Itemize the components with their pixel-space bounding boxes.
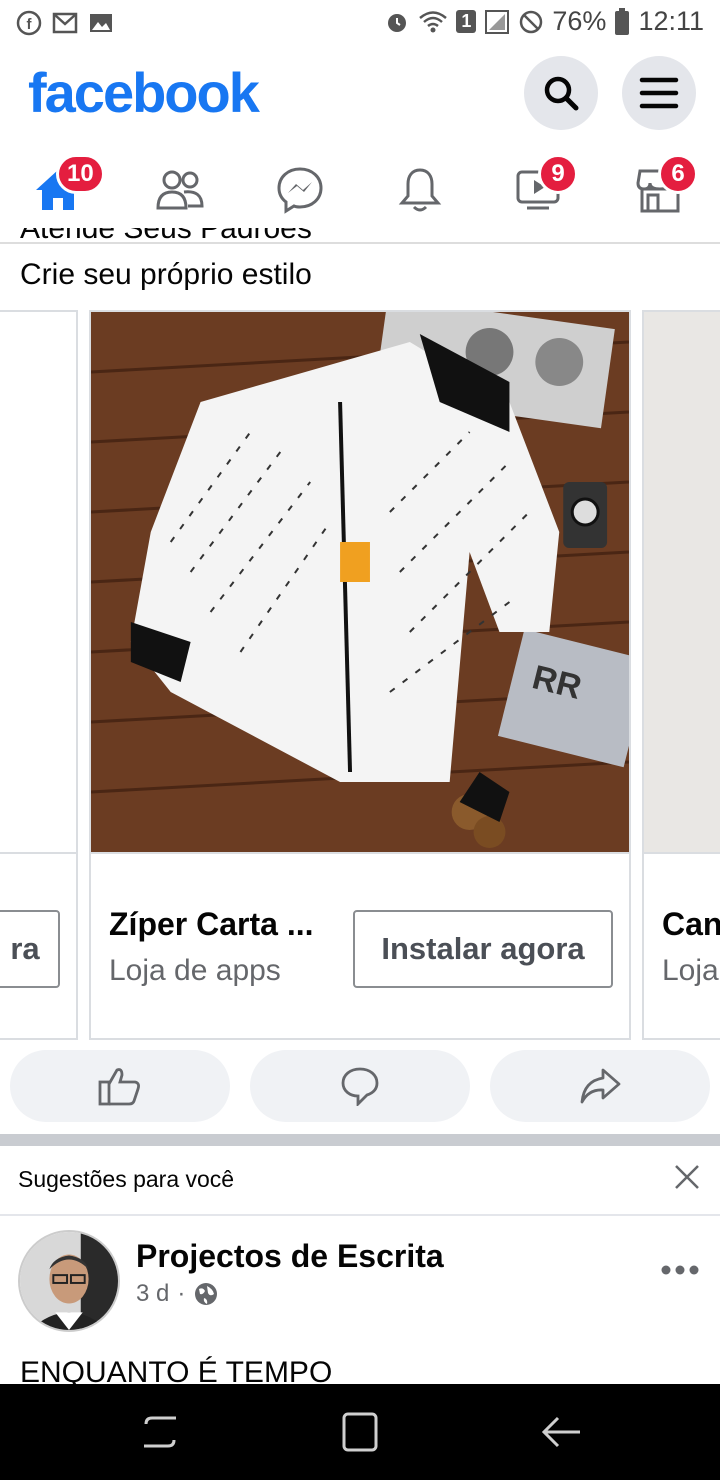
post-header: Projectos de Escrita 3 d · [0,1216,720,1356]
alarm-icon [388,13,407,32]
share-button[interactable] [490,1050,710,1122]
search-icon [544,76,579,111]
ad-primary-text: Crie seu próprio estilo [20,258,312,291]
install-now-button[interactable]: Instalar agora [353,910,613,988]
home-nav-icon[interactable] [336,1410,384,1454]
post-meta: 3 d · [136,1280,219,1308]
friends-icon [156,170,204,210]
marketplace-badge: 6 [658,154,698,194]
avatar[interactable] [18,1230,120,1332]
android-navigation-bar [0,1384,720,1480]
carousel-card[interactable]: RR Zíper Carta ... Loja de apps Instalar… [89,310,631,1040]
post-author[interactable]: Projectos de Escrita [136,1238,444,1275]
post-time[interactable]: 3 d [136,1280,169,1308]
battery-icon [615,7,630,35]
product-image-previous [0,312,76,852]
battery-percent: 76% [552,6,607,36]
status-bar: f 1 76% 12:11 [0,0,720,50]
recent-apps-icon[interactable] [136,1410,184,1454]
suggestions-header: Sugestões para você [0,1146,720,1216]
clock: 12:11 [638,6,704,36]
tab-notifications[interactable] [390,160,450,220]
cta-button-previous[interactable]: ra [0,910,60,988]
ad-title-partial: Atende Seus Padrões [20,228,312,245]
meta-separator: · [177,1280,186,1307]
card-subtitle: Loja de apps [109,954,281,987]
gallery-notification-icon [90,14,112,32]
close-icon[interactable] [672,1162,702,1192]
tab-marketplace[interactable]: 6 [630,154,698,220]
menu-button[interactable] [622,56,696,130]
card-title-next: Can [662,906,720,942]
like-button[interactable] [10,1050,230,1122]
more-options-icon[interactable] [660,1260,700,1280]
facebook-logo[interactable]: facebook [28,60,260,125]
app-header: facebook [0,50,720,140]
product-image: RR [91,312,629,852]
svg-text:f: f [27,16,33,33]
tab-friends[interactable] [150,160,210,220]
card-footer: Zíper Carta ... Loja de apps Instalar ag… [91,852,629,1038]
bell-icon [398,168,442,212]
messenger-icon [277,167,323,214]
sim-badge: 1 [456,10,477,33]
tab-watch[interactable]: 9 [510,154,578,220]
home-badge: 10 [56,154,105,194]
facebook-notification-icon: f [16,10,42,36]
post-text: ENQUANTO É TEMPO [20,1356,333,1384]
back-icon[interactable] [538,1410,586,1454]
suggestions-label: Sugestões para você [18,1166,235,1192]
feed-divider [0,1134,720,1146]
comment-button[interactable] [250,1050,470,1122]
signal-icon [485,9,510,34]
carousel-card-previous[interactable]: ra [0,310,78,1040]
share-icon [580,1068,621,1104]
tab-messenger[interactable] [270,160,330,220]
do-not-disturb-icon [520,10,543,33]
tab-home[interactable]: 10 [28,154,105,220]
product-image-next [644,312,720,852]
globe-icon [195,1283,218,1305]
search-button[interactable] [524,56,598,130]
carousel-card-next[interactable]: Can Loja [642,310,720,1040]
watch-badge: 9 [538,154,578,194]
wifi-icon [419,10,448,32]
hamburger-menu-icon [639,77,679,109]
card-title: Zíper Carta ... [109,906,314,942]
comment-icon [341,1067,379,1106]
gmail-notification-icon [52,12,78,34]
card-subtitle-next: Loja [662,954,719,987]
thumbs-up-icon [98,1068,140,1106]
